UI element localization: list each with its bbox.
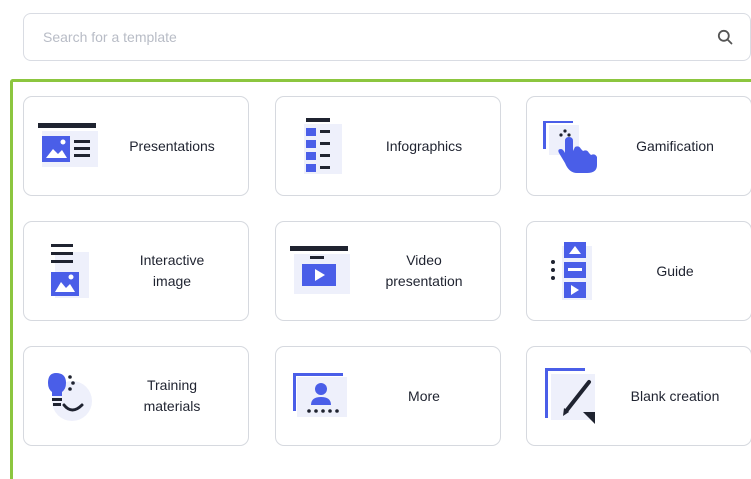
- template-card-label: Presentations: [129, 137, 215, 154]
- interactive-image-icon: [51, 244, 89, 298]
- template-card-label: Video presentation: [385, 252, 463, 289]
- search-input[interactable]: [24, 14, 716, 60]
- template-card-more[interactable]: More: [275, 346, 501, 446]
- template-card-label: Blank creation: [630, 387, 720, 404]
- template-card-label: Infographics: [385, 137, 463, 154]
- more-user-icon: [293, 373, 347, 417]
- search-bar[interactable]: [23, 13, 751, 61]
- gamification-hand-icon: [543, 121, 597, 173]
- template-card-interactive-image[interactable]: Interactive image: [23, 221, 249, 321]
- template-card-training-materials[interactable]: Training materials: [23, 346, 249, 446]
- search-icon[interactable]: [716, 28, 734, 46]
- training-lightbulb-icon: [48, 373, 92, 421]
- presentation-icon: [38, 123, 98, 167]
- template-card-presentations[interactable]: Presentations: [23, 96, 249, 196]
- template-card-gamification[interactable]: Gamification: [526, 96, 751, 196]
- template-card-label: More: [408, 387, 440, 404]
- template-card-label: Training materials: [143, 377, 201, 414]
- template-card-video-presentation[interactable]: Video presentation: [275, 221, 501, 321]
- guide-icon: [551, 242, 592, 300]
- template-card-infographics[interactable]: Infographics: [275, 96, 501, 196]
- template-card-label: Gamification: [636, 137, 714, 154]
- video-presentation-icon: [290, 246, 350, 294]
- infographic-icon: [304, 118, 342, 174]
- template-card-label: Guide: [656, 262, 694, 279]
- template-card-blank-creation[interactable]: Blank creation: [526, 346, 751, 446]
- blank-pencil-icon: [545, 368, 595, 424]
- template-card-guide[interactable]: Guide: [526, 221, 751, 321]
- template-card-label: Interactive image: [139, 252, 205, 289]
